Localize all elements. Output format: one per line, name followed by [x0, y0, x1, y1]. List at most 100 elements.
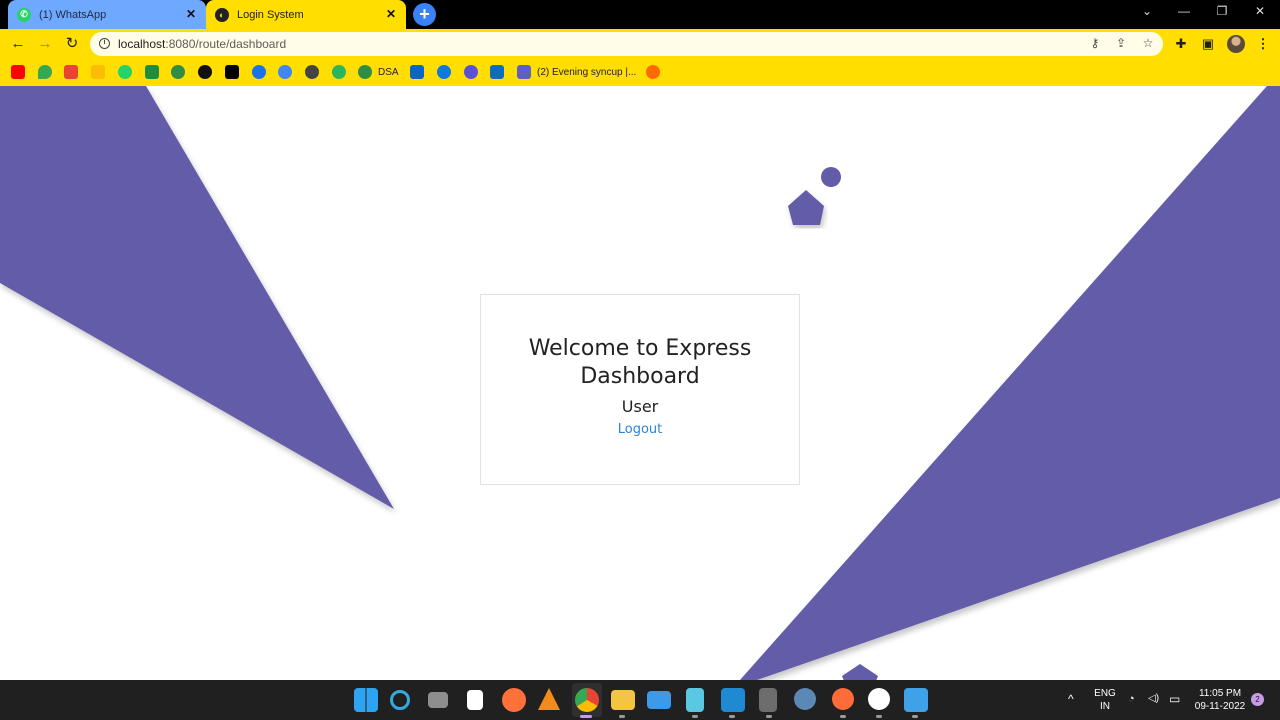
whatsapp-icon: ✆ — [17, 7, 31, 22]
file-explorer-icon[interactable] — [611, 690, 635, 710]
bookmark-webapp[interactable] — [278, 64, 292, 80]
menu-icon[interactable]: ⋮ — [1254, 35, 1272, 53]
bookmark-messenger[interactable] — [464, 64, 478, 80]
running-indicator — [912, 715, 918, 718]
bookmark-teams[interactable]: (2) Evening syncup |... — [517, 64, 636, 80]
teams-icon — [517, 65, 531, 79]
back-button[interactable]: ← — [8, 34, 28, 54]
tray-overflow-icon[interactable]: ^ — [1068, 692, 1074, 706]
close-tab-icon[interactable]: ✕ — [384, 7, 398, 21]
running-indicator — [876, 715, 882, 718]
bookmark-gfg[interactable] — [171, 64, 185, 80]
bookmark-outlook[interactable] — [490, 64, 504, 80]
youtube-icon — [11, 65, 25, 79]
volume-icon[interactable]: ◁) — [1148, 693, 1159, 704]
pentagon-shape — [788, 190, 824, 225]
search-icon[interactable] — [390, 690, 410, 710]
task-view-icon[interactable] — [428, 692, 448, 708]
extensions-icon[interactable]: ✚ — [1172, 35, 1190, 53]
classroom-icon — [145, 65, 159, 79]
new-tab-button[interactable]: + — [413, 3, 436, 26]
page-favicon-icon: ◐ — [215, 7, 229, 22]
page-title: Welcome to Express Dashboard — [528, 336, 752, 389]
bookmark-star-icon[interactable]: ☆ — [1140, 36, 1156, 50]
language-indicator[interactable]: ENG IN — [1093, 687, 1117, 713]
chrome-icon[interactable] — [575, 688, 599, 712]
battery-icon[interactable]: ▭ — [1169, 692, 1180, 706]
bookmark-github[interactable] — [198, 64, 212, 80]
bookmark-idea[interactable] — [305, 64, 319, 80]
firefox-icon[interactable] — [502, 688, 526, 712]
mysql-icon[interactable] — [794, 688, 816, 710]
bookmark-hackerrank[interactable] — [225, 64, 239, 80]
reload-button[interactable]: ↻ — [62, 34, 82, 54]
notepad-plus-icon[interactable] — [686, 688, 704, 712]
side-panel-icon[interactable]: ▣ — [1199, 35, 1217, 53]
page-content: Welcome to Express Dashboard User Logout — [0, 86, 1280, 680]
bookmarks-bar: DSA (2) Evening syncup |... — [0, 59, 1280, 86]
linkedin-icon — [410, 65, 424, 79]
start-icon[interactable] — [354, 688, 378, 712]
logout-link[interactable]: Logout — [618, 422, 663, 437]
windows-taskbar: ^ ENG IN ◔ ◁) ▭ 11:05 PM 09-11-2022 2 — [0, 680, 1280, 720]
bookmark-drive[interactable] — [91, 64, 105, 80]
tab-login-system[interactable]: ◐ Login System ✕ — [206, 0, 406, 29]
calculator-icon[interactable] — [759, 688, 777, 712]
bookmark-linkedin[interactable] — [410, 64, 424, 80]
site-info-icon[interactable]: i — [99, 38, 110, 49]
bookmark-dsa[interactable]: DSA — [358, 64, 399, 80]
bookmark-leetcode[interactable] — [332, 64, 346, 80]
gfg-icon — [171, 65, 185, 79]
tab-whatsapp[interactable]: ✆ (1) WhatsApp ✕ — [8, 0, 206, 29]
postman-icon[interactable] — [832, 688, 854, 710]
whatsapp-icon — [118, 65, 132, 79]
profile-avatar[interactable] — [1227, 35, 1245, 53]
key-icon[interactable]: ⚷ — [1087, 36, 1103, 50]
chrome-running-indicator — [580, 715, 592, 718]
notepad-icon[interactable] — [467, 690, 483, 710]
bookmark-label: (2) Evening syncup |... — [537, 66, 637, 78]
drive-icon — [91, 65, 105, 79]
left-triangle-shape — [0, 86, 394, 509]
minimize-button[interactable]: — — [1174, 4, 1194, 18]
close-window-button[interactable]: ✕ — [1250, 4, 1270, 18]
bookmark-classroom[interactable] — [145, 64, 159, 80]
language-label: ENG — [1094, 688, 1116, 699]
close-tab-icon[interactable]: ✕ — [184, 7, 198, 21]
leetcode-icon — [332, 65, 346, 79]
bookmark-codechef[interactable] — [252, 64, 266, 80]
pentagon-shape-bottom — [842, 664, 878, 680]
bookmark-edge[interactable] — [437, 64, 451, 80]
mail-icon[interactable] — [647, 691, 671, 709]
photos-icon[interactable] — [904, 688, 928, 712]
notification-badge[interactable]: 2 — [1251, 693, 1264, 706]
wifi-icon[interactable]: ◔ — [1128, 693, 1135, 705]
username-label: User — [621, 397, 659, 416]
bookmark-gmail[interactable] — [64, 64, 78, 80]
running-indicator — [840, 715, 846, 718]
browser-tab-strip: ✆ (1) WhatsApp ✕ ◐ Login System ✕ + ⌄ — … — [0, 0, 1280, 29]
mongodb-icon[interactable] — [868, 688, 890, 710]
bookmark-whatsapp[interactable] — [118, 64, 132, 80]
clock[interactable]: 11:05 PM 09-11-2022 — [1192, 687, 1248, 713]
running-indicator — [766, 715, 772, 718]
forward-button[interactable]: → — [35, 34, 55, 54]
bookmark-maps[interactable] — [38, 64, 52, 80]
bookmark-youtube[interactable] — [11, 64, 25, 80]
vscode-icon[interactable] — [721, 688, 745, 712]
lightbulb-icon — [305, 65, 319, 79]
restore-button[interactable]: ❐ — [1212, 4, 1232, 18]
circle-shape — [821, 167, 841, 187]
tab-label: Login System — [237, 8, 304, 21]
webapp-icon — [278, 65, 292, 79]
dashboard-card: Welcome to Express Dashboard User Logout — [480, 294, 800, 485]
gfg-icon — [358, 65, 372, 79]
tab-search-icon[interactable]: ⌄ — [1137, 4, 1157, 18]
bookmark-fish[interactable] — [646, 64, 660, 80]
address-bar[interactable]: i localhost:8080/route/dashboard ⚷ ⇪ ☆ — [90, 32, 1163, 56]
vlc-icon[interactable] — [538, 688, 560, 710]
share-icon[interactable]: ⇪ — [1113, 36, 1129, 50]
running-indicator — [619, 715, 625, 718]
time-label: 11:05 PM — [1198, 688, 1242, 699]
gmail-icon — [64, 65, 78, 79]
